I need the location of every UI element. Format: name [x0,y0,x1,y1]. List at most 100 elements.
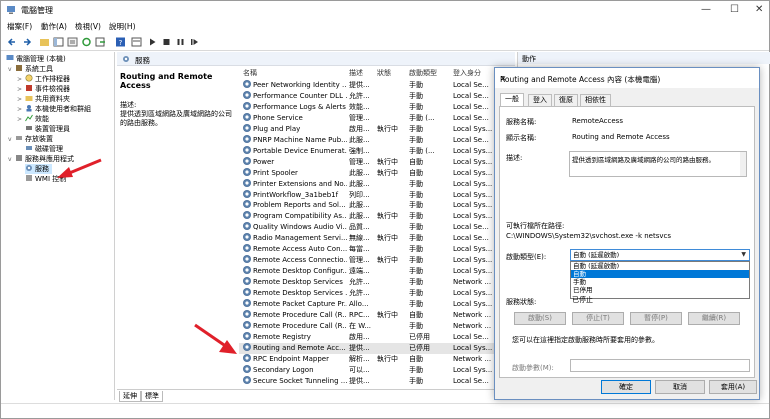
tree-item-event-viewer[interactable]: 事件檢視器 [25,84,70,94]
table-row[interactable]: Plug and Play 啟用... 執行中 手動 Local Sys... [239,123,515,135]
startup-option-manual[interactable]: 手動 [571,278,749,286]
menu-file[interactable]: 檔案(F) [7,21,32,32]
tab-general[interactable]: 一般 [500,93,524,107]
table-row[interactable]: Remote Procedure Call (R... 在 W... 手動 Netwo… [239,320,515,332]
table-row[interactable]: Quality Windows Audio Vi... 品質... 手動 Local … [239,222,515,233]
table-row[interactable]: Radio Management Servi... 無線... 執行中 手動 Local… [239,233,515,244]
menu-action[interactable]: 動作(A) [41,21,67,32]
table-row[interactable]: Secondary Logon 可以... 手動 Local Sys... [239,364,515,376]
ok-button[interactable]: 確定 [601,380,651,394]
start-button[interactable]: 啟動(S) [514,312,566,325]
table-row[interactable]: Remote Desktop Services 允許... 手動 Network ..… [239,277,515,288]
properties-icon[interactable] [67,37,78,47]
service-gear-icon [243,277,251,286]
restart-service-icon[interactable] [189,37,200,47]
back-icon[interactable] [7,37,18,47]
tree-item-shared-folders[interactable]: 共用資料夾 [25,94,70,104]
stop-service-icon[interactable] [161,37,172,47]
description-scrollbar[interactable] [740,152,746,176]
table-row[interactable]: Program Compatibility As... 此服... 執行中 手動 Loc… [239,211,515,222]
tab-recovery[interactable]: 復原 [554,94,578,106]
resume-button[interactable]: 繼續(R) [688,312,740,325]
table-row[interactable]: Phone Service 管理... 手動 (... Local Se... [239,112,515,124]
startup-option-disabled[interactable]: 已停用 [571,286,749,294]
chevron-down-icon[interactable]: ▼ [741,250,746,260]
table-row[interactable]: PrintWorkflow_3a1beb1f 列印... 手動 Local Sys..… [239,189,515,201]
startup-type-select[interactable]: 自動 (延遲啟動) ▼ [570,249,750,261]
chevron-right-icon[interactable]: > [17,76,22,83]
table-row[interactable]: Secure Socket Tunneling ... 提供... 手動 Local … [239,375,515,387]
chevron-right-icon[interactable]: > [17,116,22,123]
close-icon[interactable]: ✕ [500,74,753,83]
stop-button[interactable]: 停止(T) [572,312,624,325]
table-row[interactable]: Remote Access Connectio... 管理... 執行中 手動 Loca… [239,255,515,266]
service-gear-icon [243,375,251,384]
table-row[interactable]: Remote Desktop Configur... 遠端... 手動 Local S… [239,266,515,277]
column-header-log-on-as[interactable]: 登入身分 [453,68,481,80]
tree-item-root[interactable]: 電腦管理 (本機) [6,54,66,64]
service-list-icon[interactable] [131,37,142,47]
start-params-input[interactable] [570,359,750,372]
table-row[interactable]: Power 管理... 執行中 自動 Local Sys... [239,156,515,168]
table-row[interactable]: Remote Procedure Call (R... RPC... 執行中 自動 Ne… [239,309,515,321]
tree-item-performance[interactable]: 效能 [25,114,49,124]
menu-help[interactable]: 說明(H) [109,21,136,32]
chevron-right-icon[interactable]: > [17,96,22,103]
chevron-down-icon[interactable]: v [8,136,12,143]
pause-service-icon[interactable] [175,37,186,47]
close-icon[interactable]: ✕ [755,4,763,15]
table-row[interactable]: Performance Logs & Alerts 效能... 手動 Local Se… [239,101,515,113]
chevron-down-icon[interactable]: v [8,66,12,73]
tree-item-services[interactable]: 服務 [25,164,52,174]
tab-standard[interactable]: 標準 [141,391,163,402]
tab-log-on[interactable]: 登入 [528,94,552,106]
table-row[interactable]: RPC Endpoint Mapper 解析... 執行中 自動 Network ... [239,353,515,365]
tree-item-local-users[interactable]: 本機使用者和群組 [25,104,91,114]
refresh-icon[interactable] [81,37,92,47]
help-icon[interactable]: ? [115,37,126,47]
startup-option-auto[interactable]: 自動 [571,270,749,278]
table-row[interactable]: Portable Device Enumerat... 強制... 手動 (... L… [239,145,515,157]
services-apps-icon [16,155,22,161]
pause-button[interactable]: 暫停(P) [630,312,682,325]
forward-icon[interactable] [21,37,32,47]
description-box[interactable]: 提供透到區域網路及廣域網路的公司的路由服務。 [569,151,747,177]
tree-item-device-manager[interactable]: 裝置管理員 [25,124,70,134]
table-row-selected[interactable]: Routing and Remote Acc... 提供... 已停用 Local S… [239,342,515,354]
export-icon[interactable] [95,37,106,47]
chevron-right-icon[interactable]: > [17,106,22,113]
column-header-startup-type[interactable]: 啟動類型 [409,68,437,80]
table-row[interactable]: Remote Desktop Services ... 允許... 手動 Local … [239,288,515,299]
tab-extended[interactable]: 延伸 [119,391,141,402]
tree-item-task-scheduler[interactable]: 工作排程器 [25,74,70,84]
table-row[interactable]: Printer Extensions and No... 此服... 手動 Local… [239,178,515,190]
column-header-description[interactable]: 描述 [349,68,363,80]
menu-view[interactable]: 檢視(V) [75,21,101,32]
cell-startup-type: 已停用 [409,332,430,341]
table-row[interactable]: Remote Access Auto Con... 每當... 手動 Local Sy… [239,244,515,255]
minimize-icon[interactable]: — [701,4,711,15]
start-service-icon[interactable] [147,37,158,47]
folder-icon[interactable] [39,37,50,47]
chevron-down-icon[interactable]: v [8,156,12,163]
apply-button[interactable]: 套用(A) [709,380,757,394]
chevron-right-icon[interactable]: > [17,86,22,93]
table-row[interactable]: Peer Networking Identity ... 提供... 手動 Local… [239,80,515,91]
column-header-status[interactable]: 狀態 [377,68,391,80]
startup-option-auto-delayed[interactable]: 自動 (延遲啟動) [571,262,749,270]
tree-item-system-tools[interactable]: 系統工具 [15,64,53,74]
table-row[interactable]: Performance Counter DLL ... 允許... 手動 Local … [239,90,515,102]
table-row[interactable]: Problem Reports and Sol... 此服... 手動 Local S… [239,200,515,211]
table-row[interactable]: PNRP Machine Name Pub... 此服... 手動 Local Se.… [239,134,515,146]
maximize-icon[interactable]: ☐ [730,4,739,15]
table-row[interactable]: Remote Packet Capture Pr... Allo... 手動 Loca… [239,299,515,310]
cell-startup-type: 手動 [409,278,423,287]
cancel-button[interactable]: 取消 [655,380,705,394]
tree-item-storage[interactable]: 存放裝置 [15,134,53,144]
tab-dependencies[interactable]: 相依性 [580,94,611,106]
table-row[interactable]: Print Spooler 此服... 執行中 自動 Local Sys... [239,167,515,179]
table-row[interactable]: Remote Registry 啟用... 已停用 Local Se... [239,331,515,343]
column-header-name[interactable]: 名稱 [243,68,257,80]
console-tree-icon[interactable] [53,37,64,47]
tree-item-disk-management[interactable]: 磁碟管理 [25,144,63,154]
